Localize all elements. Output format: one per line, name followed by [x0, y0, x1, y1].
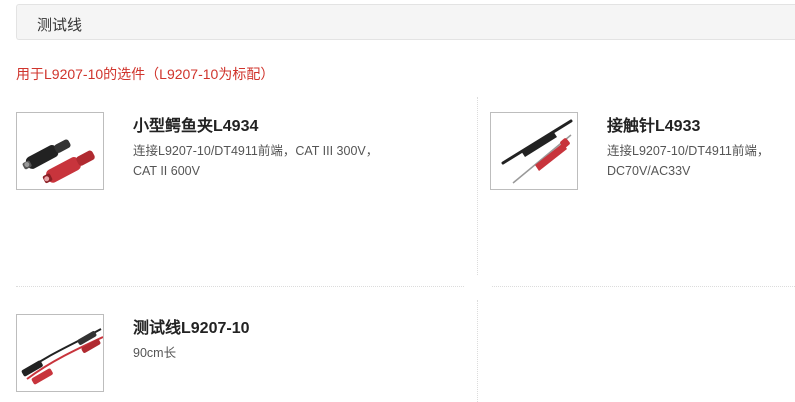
section-title: 测试线	[37, 17, 83, 34]
column-divider	[477, 300, 478, 402]
product-image-alligator-clip[interactable]	[16, 112, 104, 190]
product-image-contact-pin[interactable]	[490, 112, 578, 190]
options-subtitle: 用于L9207-10的选件（L9207-10为标配）	[16, 66, 275, 82]
product-description: 90cm长	[133, 346, 177, 360]
product-name-link[interactable]: 接触针L4933	[607, 117, 795, 137]
product-description: 连接L9207-10/DT4911前端，CAT III 300V，CAT II …	[133, 144, 379, 178]
product-description: 连接L9207-10/DT4911前端，DC70V/AC33V	[607, 144, 770, 178]
product-name-link[interactable]: 测试线L9207-10	[133, 319, 383, 339]
alligator-clip-image	[22, 139, 95, 184]
row-divider	[492, 286, 795, 287]
contact-pin-image	[501, 119, 573, 184]
row-divider	[16, 286, 464, 287]
product-name-link[interactable]: 小型鳄鱼夹L4934	[133, 117, 383, 137]
section-header: 测试线	[16, 4, 795, 40]
column-divider	[477, 97, 478, 275]
test-lead-image	[21, 328, 103, 385]
product-image-test-lead[interactable]	[16, 314, 104, 392]
